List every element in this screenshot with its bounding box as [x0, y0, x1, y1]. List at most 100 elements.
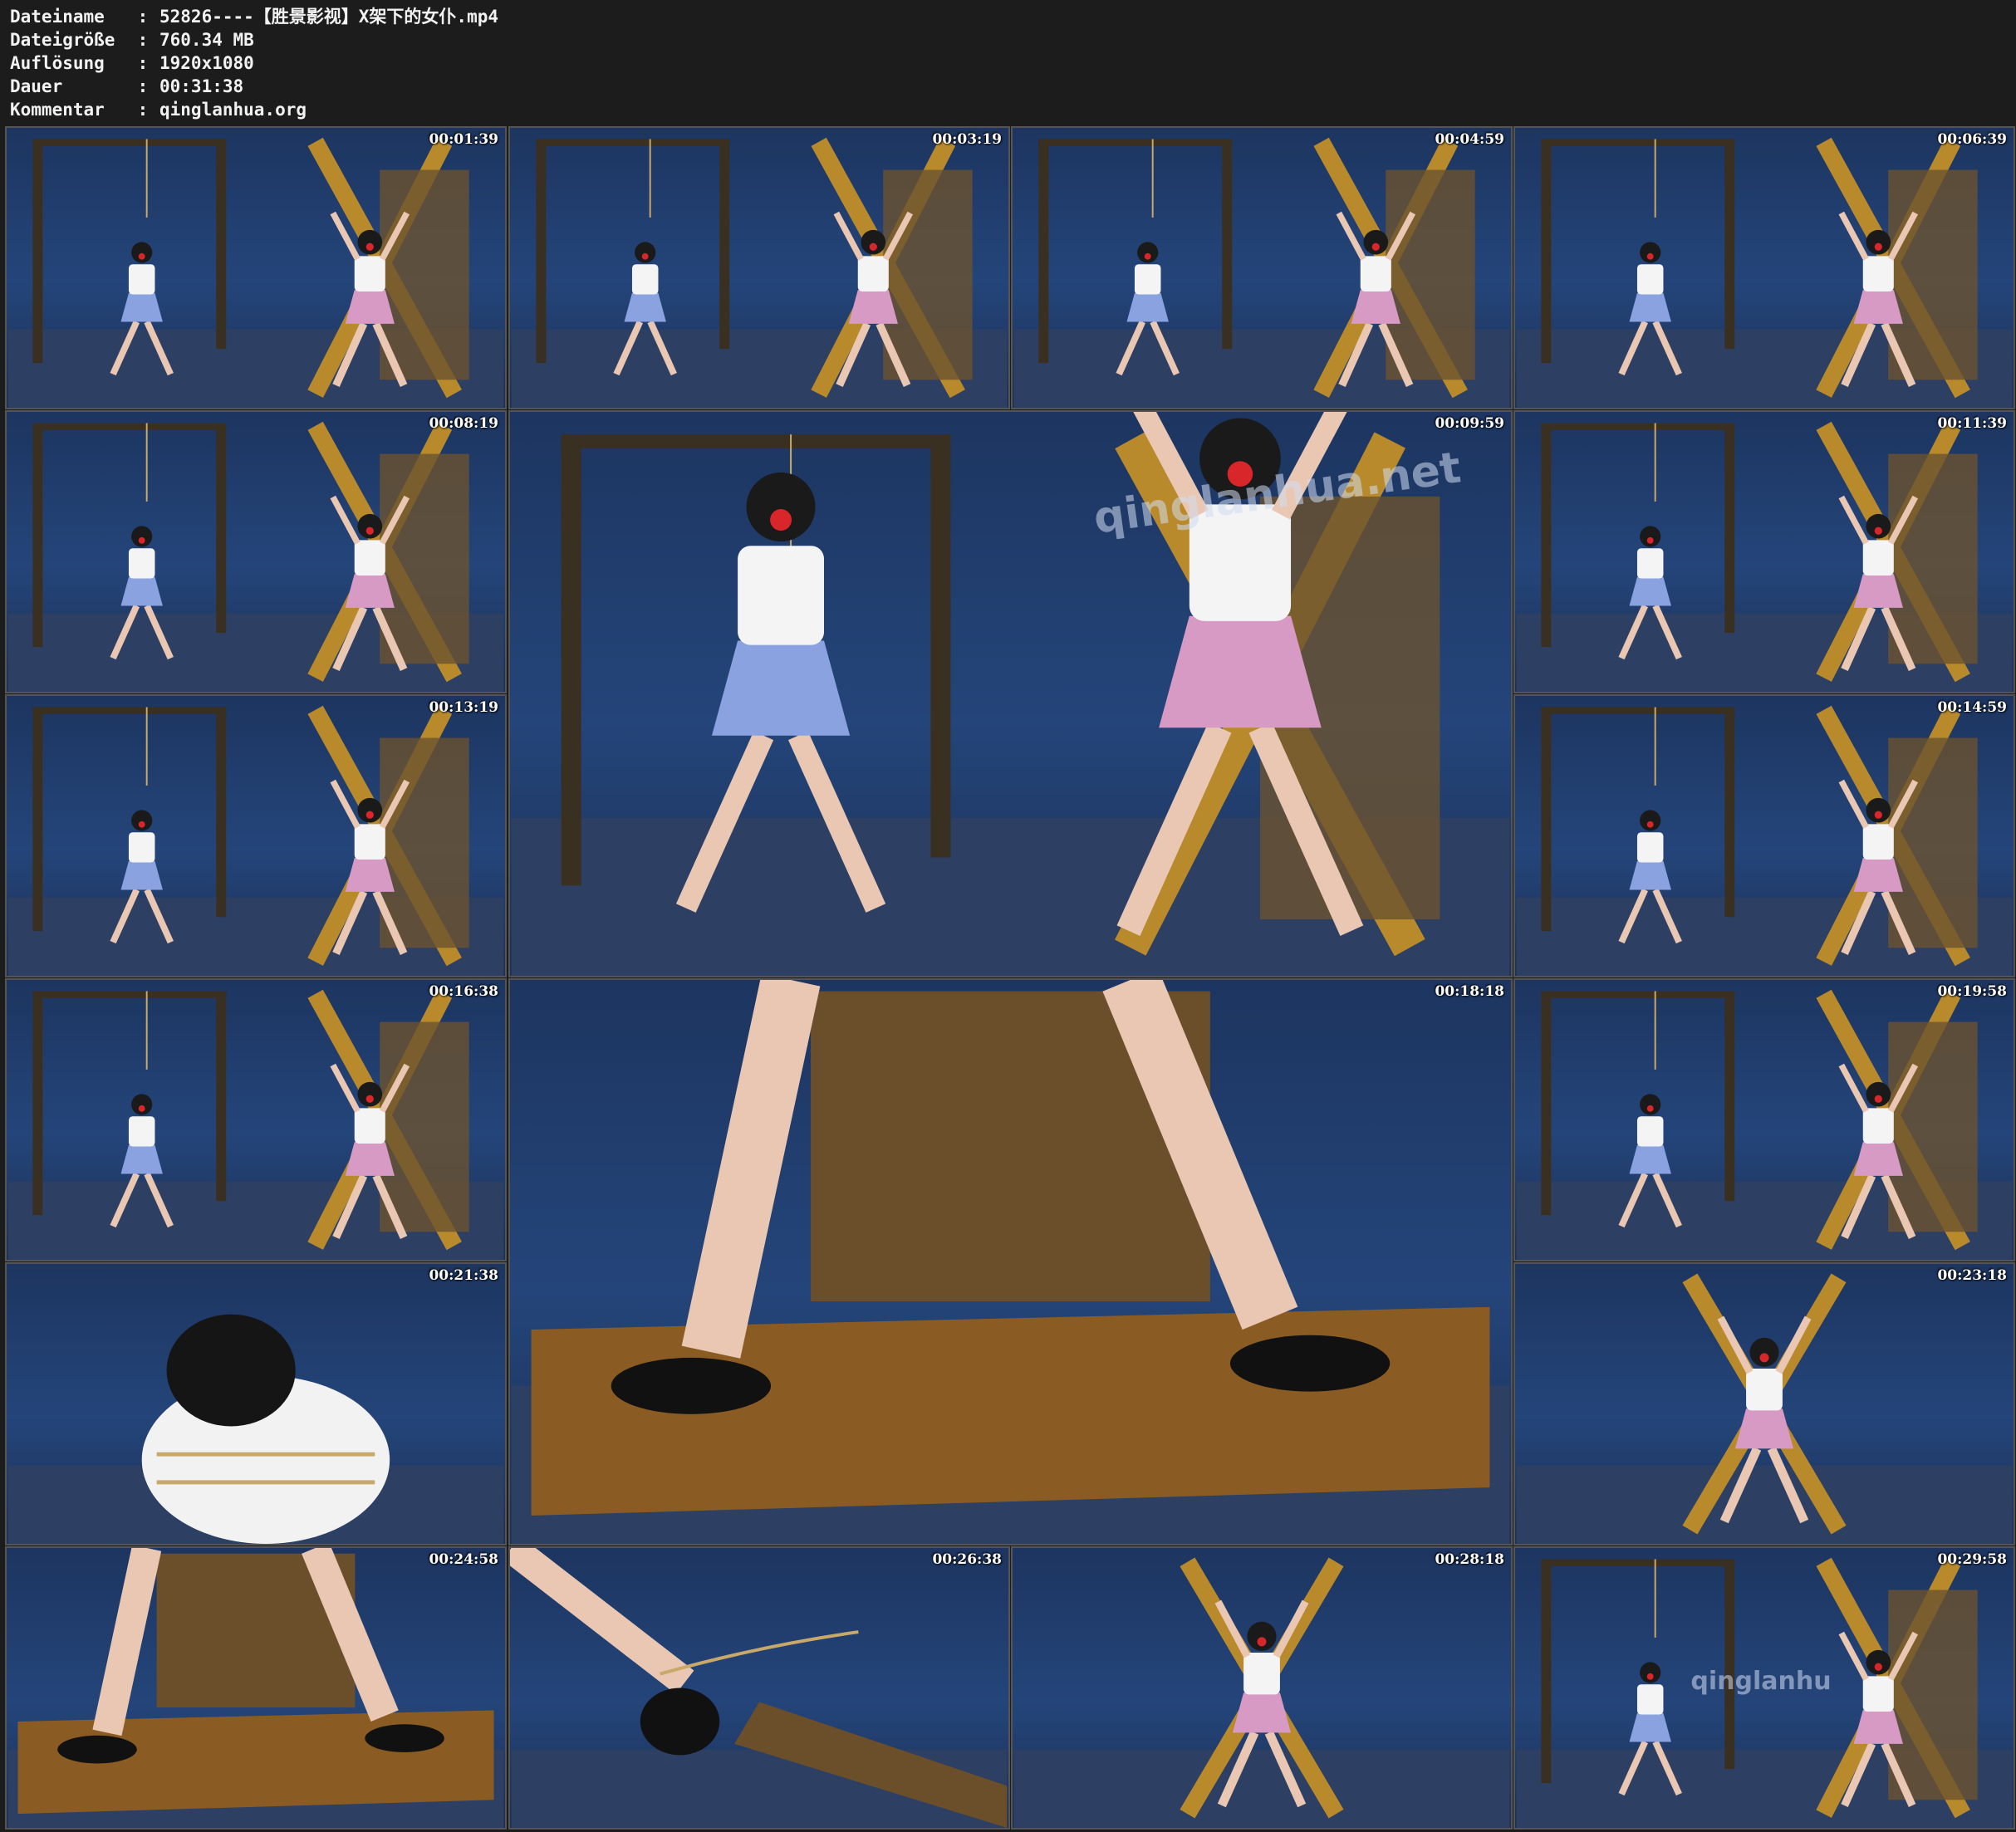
info-key: Dauer [10, 76, 63, 96]
video-thumbnail[interactable]: 00:24:58 [5, 1546, 507, 1830]
video-thumbnail[interactable]: 00:13:19 [5, 694, 507, 977]
figure-shirt [1862, 1676, 1894, 1712]
wood-board [380, 169, 469, 380]
video-thumbnail[interactable]: 00:11:39 [1513, 410, 2015, 693]
frame-beam [32, 139, 227, 146]
info-row-filesize: Dateigröße:760.34 MB [10, 28, 498, 51]
figure-gag [641, 252, 649, 260]
wood-board [380, 737, 469, 948]
timestamp-label: 00:23:18 [1937, 1267, 2007, 1284]
video-thumbnail[interactable]: 00:09:59 qinglanhua.net [508, 410, 1513, 977]
video-thumbnail[interactable]: 00:19:58 [1513, 978, 2015, 1261]
figure-gag [138, 820, 145, 828]
frame-post [1724, 423, 1735, 634]
figure-head [1866, 513, 1891, 539]
video-thumbnail[interactable]: 00:23:18 [1513, 1262, 2015, 1545]
info-value: qinglanhua.org [159, 100, 307, 120]
frame-beam [1541, 423, 1735, 430]
figure-gag [1874, 1663, 1882, 1671]
frame-post [1724, 1559, 1735, 1770]
frame-post [32, 991, 43, 1216]
thumbnail-grid: 00:01:39 00:03:19 00:04:59 00:06:39 00:08:19… [5, 126, 2015, 1830]
frame-post [32, 423, 43, 648]
floor [1516, 1465, 2013, 1544]
figure-head [131, 526, 153, 547]
figure-head [1640, 1094, 1661, 1115]
figure-skirt [120, 576, 163, 606]
video-thumbnail[interactable]: 00:04:59 [1011, 126, 1513, 409]
info-key: Auflösung [10, 53, 105, 73]
info-value: 52826----【胜景影视】X架下的女仆.mp4 [159, 7, 499, 27]
video-thumbnail[interactable]: 00:26:38 [508, 1546, 1010, 1830]
thumbnail-scene [1516, 989, 2013, 1260]
video-thumbnail[interactable]: 00:03:19 [508, 126, 1010, 409]
wood-board [883, 169, 973, 380]
figure-head [1137, 242, 1159, 263]
figure-head [131, 242, 153, 263]
thumbnail-scene [1013, 137, 1510, 408]
figure-head [1749, 1337, 1779, 1367]
video-thumbnail[interactable]: 00:01:39 [5, 126, 507, 409]
figure-head [1866, 229, 1891, 255]
video-thumbnail[interactable]: 00:08:19 [5, 410, 507, 693]
frame-beam [561, 434, 951, 449]
frame-beam [1541, 139, 1735, 146]
wood-board [1888, 169, 1978, 380]
timestamp-label: 00:29:58 [1937, 1551, 2007, 1568]
info-row-filename: Dateiname:52826----【胜景影视】X架下的女仆.mp4 [10, 5, 498, 28]
shoe [611, 1357, 772, 1414]
figure-gag [1646, 820, 1654, 828]
figure-shirt [1243, 1653, 1280, 1695]
figure-gag [1646, 1673, 1654, 1680]
figure-gag [1759, 1353, 1769, 1363]
timestamp-label: 00:18:18 [1435, 983, 1504, 1000]
figure-head [1640, 810, 1661, 831]
wood-board [1888, 453, 1978, 664]
video-thumbnail[interactable]: 00:29:58 qinglanhu [1513, 1546, 2015, 1830]
video-thumbnail[interactable]: 00:06:39 [1513, 126, 2015, 409]
frame-post [1541, 139, 1552, 364]
shoe [365, 1724, 444, 1753]
timestamp-label: 00:16:38 [429, 983, 498, 1000]
figure-shirt [1636, 548, 1664, 579]
info-value: 1920x1080 [159, 53, 254, 73]
shoe [57, 1735, 137, 1764]
figure-shirt [1636, 1116, 1664, 1147]
figure-gag [1874, 1095, 1882, 1103]
frame-post [1541, 423, 1552, 648]
thumbnail-scene [1013, 1557, 1510, 1828]
figure-skirt [1734, 1408, 1794, 1449]
figure-shirt [1134, 264, 1161, 295]
video-thumbnail[interactable]: 00:21:38 [5, 1262, 507, 1545]
figure-head [1640, 242, 1661, 263]
frame-post [216, 139, 227, 350]
figure-shirt [128, 1116, 155, 1147]
video-thumbnail[interactable]: 00:16:38 [5, 978, 507, 1261]
frame-beam [536, 139, 730, 146]
thumbnail-scene [7, 705, 504, 976]
leg [681, 980, 821, 1359]
figure-gag [138, 252, 145, 260]
frame-post [32, 707, 43, 932]
figure-shirt [354, 540, 385, 576]
video-thumbnail[interactable]: 00:14:59 [1513, 694, 2015, 977]
frame-beam [1541, 991, 1735, 998]
frame-post [561, 434, 581, 886]
wood-board [1386, 169, 1475, 380]
figure-gag [365, 527, 374, 535]
figure-skirt [1629, 1712, 1671, 1742]
video-thumbnail[interactable]: 00:28:18 [1011, 1546, 1513, 1830]
timestamp-label: 00:28:18 [1435, 1551, 1504, 1568]
figure-gag [1144, 252, 1151, 260]
figure-head [131, 810, 153, 831]
frame-post [216, 991, 227, 1202]
figure-shirt [1746, 1369, 1783, 1411]
figure-gag [365, 242, 374, 251]
figure-shirt [354, 824, 385, 860]
video-thumbnail[interactable]: 00:18:18 [508, 978, 1513, 1545]
shoe [640, 1687, 720, 1756]
info-key: Dateiname [10, 7, 105, 27]
figure-shirt [354, 1108, 385, 1144]
frame-post [1541, 1559, 1552, 1784]
frame-post [1724, 707, 1735, 918]
